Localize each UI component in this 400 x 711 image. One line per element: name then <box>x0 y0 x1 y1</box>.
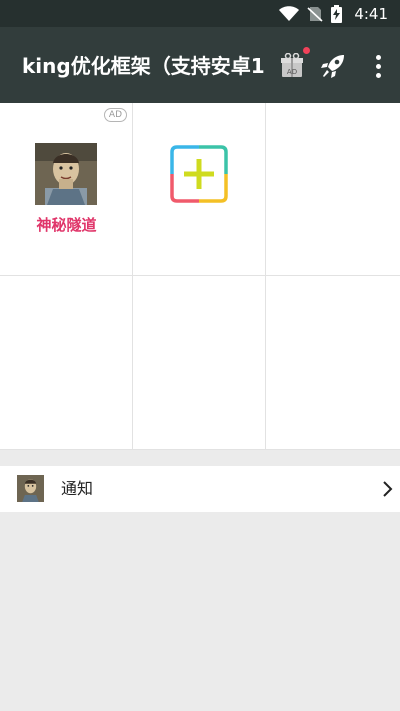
page-title: king优化框架（支持安卓1 <box>22 54 265 78</box>
grid-cell-add[interactable] <box>133 103 266 276</box>
battery-charging-icon <box>331 4 343 23</box>
status-bar: 4:41 <box>0 0 400 27</box>
notice-label: 通知 <box>61 479 94 498</box>
no-sim-icon <box>307 6 323 22</box>
grid-cell-empty <box>266 103 400 276</box>
avatar <box>17 475 44 502</box>
add-icon[interactable] <box>168 143 230 205</box>
grid-cell-app[interactable]: AD 神秘隧道 <box>0 103 133 276</box>
ad-badge: AD <box>103 108 127 122</box>
app-grid: AD 神秘隧道 <box>0 103 400 450</box>
gift-ad-icon[interactable]: AD <box>279 52 305 79</box>
app-thumbnail[interactable] <box>35 143 97 205</box>
chevron-right-icon <box>382 480 394 498</box>
grid-cell-empty <box>266 276 400 450</box>
clock: 4:41 <box>354 4 388 23</box>
notice-row[interactable]: 通知 <box>0 466 400 512</box>
app-bar: king优化框架（支持安卓1 AD <box>0 27 400 103</box>
more-vert-icon[interactable] <box>366 51 390 81</box>
app-label: 神秘隧道 <box>36 216 97 234</box>
svg-text:AD: AD <box>287 68 297 76</box>
wifi-icon <box>279 5 300 22</box>
rocket-icon[interactable] <box>320 53 346 79</box>
grid-cell-empty <box>133 276 266 450</box>
notification-dot <box>303 47 310 54</box>
grid-cell-empty <box>0 276 133 450</box>
